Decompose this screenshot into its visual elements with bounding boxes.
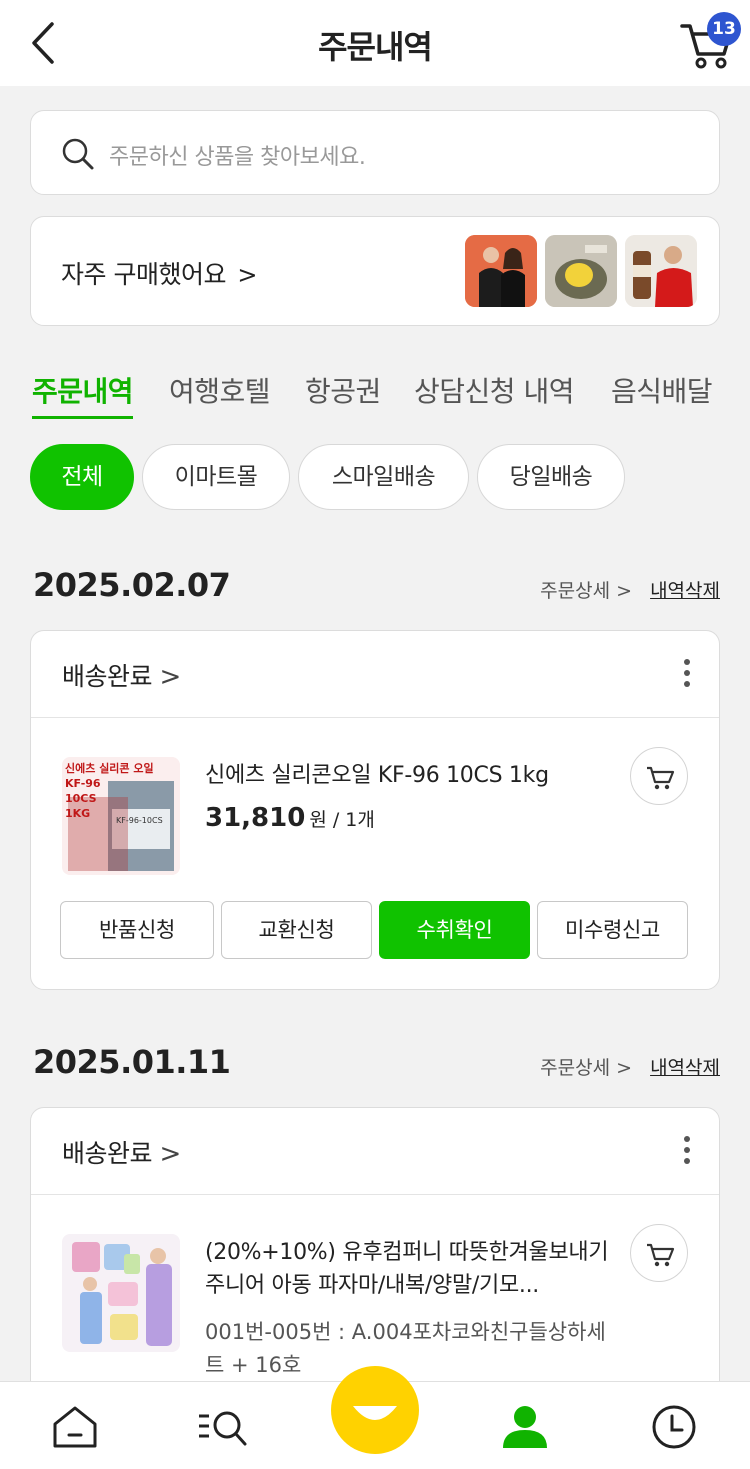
frequent-purchases[interactable]: 자주 구매했어요 > (30, 216, 720, 326)
tab-orders[interactable]: 주문내역 (32, 370, 134, 419)
price-value: 31,810 (205, 803, 306, 833)
search-icon (62, 138, 94, 170)
delivery-status[interactable]: 배송완료 > (62, 657, 181, 693)
smile-icon[interactable] (331, 1366, 419, 1454)
confirm-receipt-button[interactable]: 수취확인 (379, 901, 530, 959)
add-to-cart-button[interactable] (630, 747, 688, 805)
order-detail-link[interactable]: 주문상세 > (540, 1057, 632, 1079)
tab-food-delivery[interactable]: 음식배달 (611, 370, 713, 410)
order-links: 주문상세 > 내역삭제 (540, 1053, 720, 1080)
filter-all[interactable]: 전체 (30, 444, 134, 510)
report-not-received-button[interactable]: 미수령신고 (537, 901, 688, 959)
delete-history-link[interactable]: 내역삭제 (650, 1057, 720, 1079)
delivery-status[interactable]: 배송완료 > (62, 1134, 181, 1170)
chevron-right-icon: > (159, 662, 181, 692)
product-name[interactable]: (20%+10%) 유후컴퍼니 따뜻한겨울보내기 주니어 아동 파자마/내복/양… (205, 1236, 615, 1302)
chevron-right-icon: > (237, 261, 258, 289)
frequent-thumb-3[interactable] (625, 235, 697, 307)
recent-icon[interactable] (648, 1402, 700, 1452)
image-text-weight: 1KG (65, 807, 90, 820)
product-image[interactable] (62, 1234, 180, 1352)
more-options-icon[interactable] (681, 1136, 693, 1166)
cart-count-badge: 13 (707, 12, 741, 46)
frequent-label-text: 자주 구매했어요 (61, 260, 226, 289)
exchange-request-button[interactable]: 교환신청 (221, 901, 372, 959)
frequent-purchases-label[interactable]: 자주 구매했어요 > (61, 255, 258, 291)
image-text-title: 신에츠 실리콘 오일 (65, 761, 154, 775)
home-icon[interactable] (49, 1402, 101, 1452)
product-name[interactable]: 신에츠 실리콘오일 KF-96 10CS 1kg (205, 759, 615, 792)
divider (31, 717, 719, 718)
header: 주문내역 13 (0, 0, 750, 86)
delete-history-link[interactable]: 내역삭제 (650, 580, 720, 602)
delivery-status-label: 배송완료 (62, 662, 153, 691)
order-detail-link[interactable]: 주문상세 > (540, 580, 632, 602)
price-unit: 원 / 1개 (309, 809, 375, 831)
image-text-label: KF-96-10CS (116, 816, 163, 825)
product-price: 31,810 원 / 1개 (205, 803, 375, 833)
tab-travel-hotel[interactable]: 여행호텔 (169, 370, 271, 410)
search-placeholder: 주문하신 상품을 찾아보세요. (109, 145, 366, 170)
tab-consultation[interactable]: 상담신청 내역 (414, 370, 574, 410)
add-to-cart-button[interactable] (630, 1224, 688, 1282)
my-page-icon[interactable] (499, 1402, 551, 1452)
page-title: 주문내역 (318, 28, 433, 66)
image-text-model: KF-96 (65, 777, 101, 790)
filter-emart-mall[interactable]: 이마트몰 (142, 444, 290, 510)
image-text-viscosity: 10CS (65, 792, 97, 805)
product-image[interactable]: 신에츠 실리콘 오일 KF-96 10CS 1KG KF-96-10CS (62, 757, 180, 875)
order-card: 배송완료 > 신에츠 실리콘 오일 KF-96 10CS 1KG KF-96-1… (30, 630, 720, 990)
divider (31, 1194, 719, 1195)
return-request-button[interactable]: 반품신청 (60, 901, 214, 959)
order-search-input[interactable]: 주문하신 상품을 찾아보세요. (30, 110, 720, 195)
chevron-right-icon: > (159, 1139, 181, 1169)
delivery-status-label: 배송완료 (62, 1139, 153, 1168)
filter-smile-delivery[interactable]: 스마일배송 (298, 444, 469, 510)
order-card: 배송완료 > (20%+10%) 유후컴퍼니 따뜻한겨울보내기 주니어 아동 파… (30, 1107, 720, 1397)
order-category-tabs: 주문내역 여행호텔 항공권 상담신청 내역 음식배달 (0, 370, 750, 420)
order-date: 2025.01.11 (33, 1043, 231, 1081)
frequent-thumb-1[interactable] (465, 235, 537, 307)
order-links: 주문상세 > 내역삭제 (540, 576, 720, 603)
search-menu-icon[interactable] (197, 1402, 249, 1452)
order-date: 2025.02.07 (33, 566, 231, 604)
frequent-thumb-2[interactable] (545, 235, 617, 307)
more-options-icon[interactable] (681, 659, 693, 689)
filter-same-day[interactable]: 당일배송 (477, 444, 625, 510)
tab-flights[interactable]: 항공권 (305, 370, 381, 410)
